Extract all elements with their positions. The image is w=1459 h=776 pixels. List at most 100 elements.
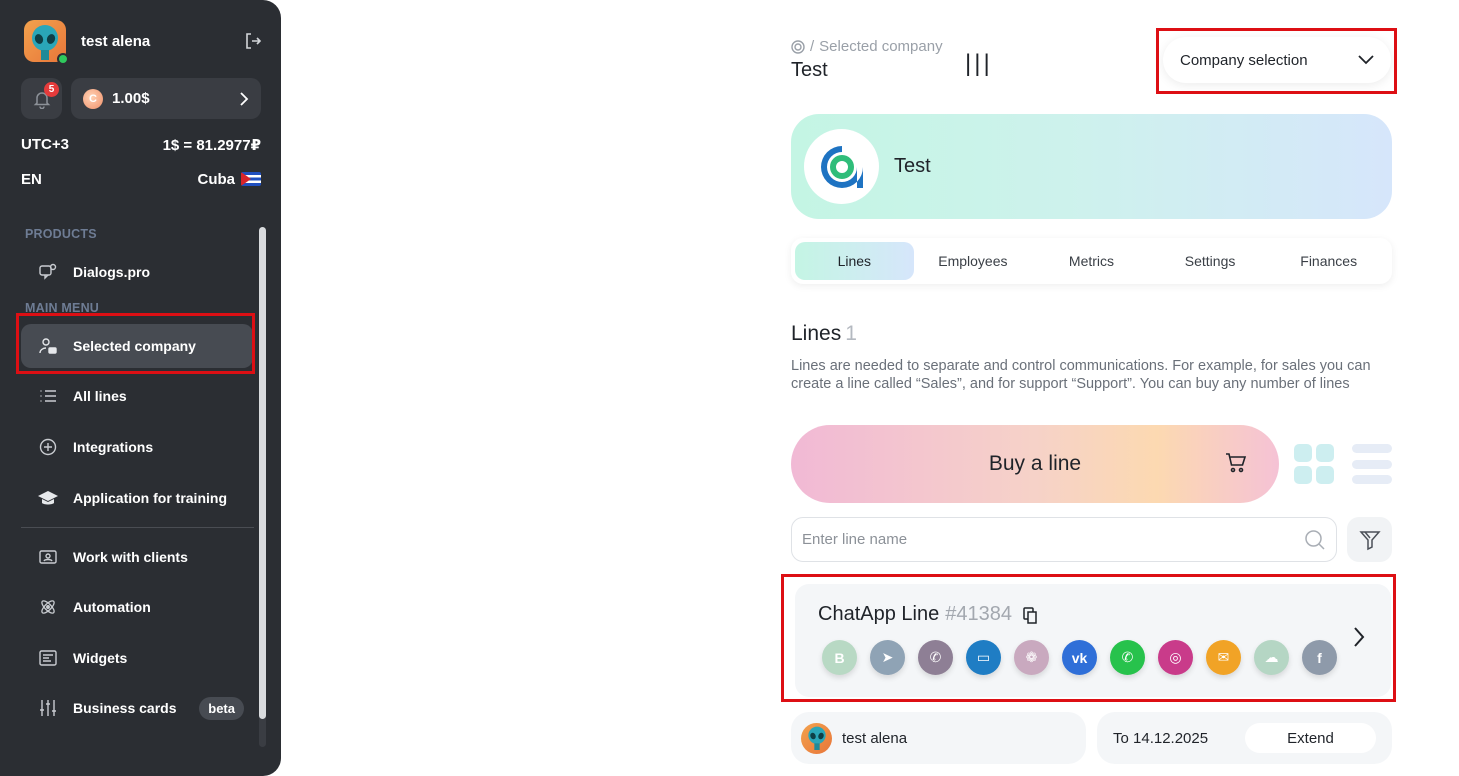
breadcrumb-current: Selected company	[819, 38, 943, 55]
list-icon	[38, 386, 58, 406]
sidebar-item-label: Work with clients	[73, 549, 188, 565]
valid-to-date: To 14.12.2025	[1113, 729, 1209, 747]
line-number: #41384	[945, 603, 1012, 625]
buy-line-label: Buy a line	[988, 452, 1082, 475]
sidebar-item-all-lines[interactable]: All lines	[21, 374, 253, 418]
sidebar-item-dialogs-pro[interactable]: Dialogs.pro	[21, 250, 253, 294]
line-card[interactable]: ChatApp Line #41384 B ➤ ✆ ▭ ❁ vk ✆ ◎ ✉ ☁…	[795, 584, 1391, 697]
chat-widget-icon: ☁	[1254, 640, 1289, 675]
viber-icon: ✆	[918, 640, 953, 675]
country-name: Cuba	[197, 171, 236, 188]
text-cursor-icon: |||	[965, 50, 993, 77]
online-status-dot	[57, 53, 69, 65]
contact-card-icon	[38, 547, 58, 567]
grid-view-toggle-icon[interactable]	[1294, 444, 1334, 484]
sidebar-item-work-with-clients[interactable]: Work with clients	[21, 535, 253, 579]
chevron-right-icon[interactable]	[1353, 626, 1365, 648]
lines-heading: Lines 1	[791, 322, 857, 346]
sliders-icon	[38, 698, 58, 718]
lines-description: Lines are needed to separate and control…	[791, 358, 1371, 392]
timezone-rate-row: UTC+3 1$ = 81.2977₽	[21, 136, 261, 154]
line-name: ChatApp Line	[818, 603, 940, 625]
country-selector[interactable]: Cuba	[197, 171, 261, 188]
search-icon[interactable]	[1304, 529, 1326, 551]
instagram-icon: ◎	[1158, 640, 1193, 675]
widget-icon	[38, 648, 58, 668]
coin-icon: C	[83, 88, 103, 109]
graduation-cap-icon	[38, 488, 58, 508]
sidebar-item-automation[interactable]: Automation	[21, 585, 253, 629]
line-search-field	[791, 517, 1337, 562]
dialogs-icon	[38, 262, 58, 282]
timezone[interactable]: UTC+3	[21, 136, 69, 154]
filter-icon	[1358, 530, 1381, 550]
sidebar-item-integrations[interactable]: Integrations	[21, 425, 253, 469]
avatar[interactable]	[24, 20, 69, 65]
company-selection-label: Company selection	[1180, 51, 1308, 69]
sidebar-item-label: Automation	[73, 599, 151, 615]
sidebar-item-selected-company[interactable]: Selected company	[21, 324, 253, 368]
facebook-icon: f	[1302, 640, 1337, 675]
notifications-button[interactable]: 5	[21, 78, 62, 119]
line-title: ChatApp Line #41384	[818, 603, 1040, 626]
dialogs-logo-icon[interactable]	[791, 39, 805, 54]
breadcrumb: / Selected company	[791, 38, 943, 55]
sidebar-scrollbar[interactable]	[259, 227, 266, 747]
line-term: To 14.12.2025 Extend	[1097, 712, 1392, 764]
line-owner[interactable]: test alena	[791, 712, 1086, 764]
sidebar-scroll-thumb[interactable]	[259, 227, 266, 719]
company-user-icon	[38, 336, 58, 356]
products-section-label: PRODUCTS	[25, 227, 97, 241]
channel-icons: B ➤ ✆ ▭ ❁ vk ✆ ◎ ✉ ☁ f	[822, 640, 1337, 675]
line-search-input[interactable]	[802, 531, 1304, 548]
breadcrumb-separator: /	[810, 38, 815, 55]
atom-icon	[38, 597, 58, 617]
sidebar-item-label: Selected company	[73, 338, 196, 354]
sidebar-divider	[21, 527, 254, 528]
language-selector[interactable]: EN	[21, 171, 42, 188]
tab-lines[interactable]: Lines	[795, 242, 914, 280]
company-logo-icon	[820, 145, 863, 188]
copy-icon[interactable]	[1022, 606, 1040, 624]
vk-icon: vk	[1062, 640, 1097, 675]
notification-count-badge: 5	[44, 82, 59, 97]
list-view-toggle-icon[interactable]	[1352, 444, 1392, 484]
owner-avatar	[801, 722, 832, 754]
company-name: Test	[894, 155, 931, 177]
company-tabs: Lines Employees Metrics Settings Finance…	[791, 238, 1392, 284]
telegram-icon: ➤	[870, 640, 905, 675]
tab-metrics[interactable]: Metrics	[1032, 242, 1151, 280]
main-menu-section-label: MAIN MENU	[25, 301, 100, 315]
logout-icon[interactable]	[243, 31, 263, 51]
balance-button[interactable]: C 1.00$	[71, 78, 261, 119]
alien-avatar-icon	[807, 726, 826, 750]
sidebar-item-application-for-training[interactable]: Application for training	[21, 476, 253, 520]
tab-settings[interactable]: Settings	[1151, 242, 1270, 280]
lines-heading-text: Lines	[791, 322, 842, 345]
tab-finances[interactable]: Finances	[1269, 242, 1388, 280]
page-title: Test	[791, 59, 828, 81]
plus-circle-icon	[38, 437, 58, 457]
exchange-rate: 1$ = 81.2977₽	[162, 137, 261, 154]
whatsapp-icon: ✆	[1110, 640, 1145, 675]
email-icon: ✉	[1206, 640, 1241, 675]
sidebar-item-widgets[interactable]: Widgets	[21, 636, 253, 680]
user-row: test alena	[24, 20, 263, 65]
sidebar-item-label: Widgets	[73, 650, 128, 666]
buy-line-button[interactable]: Buy a line	[791, 425, 1279, 503]
filter-button[interactable]	[1347, 517, 1392, 562]
sidebar: test alena 5 C 1.00$ UTC+3 1$ = 81.2977₽…	[0, 0, 281, 776]
language-country-row: EN Cuba	[21, 171, 261, 188]
company-hero-card: Test	[791, 114, 1392, 219]
cuba-flag-icon	[241, 172, 261, 186]
chat-bot-icon: ▭	[966, 640, 1001, 675]
tab-employees[interactable]: Employees	[914, 242, 1033, 280]
dialogs-channel-icon: ❁	[1014, 640, 1049, 675]
cart-icon	[1226, 453, 1247, 473]
sidebar-item-label: All lines	[73, 388, 127, 404]
sidebar-item-business-cards[interactable]: Business cards beta	[21, 686, 253, 730]
extend-button[interactable]: Extend	[1245, 723, 1376, 753]
company-selection-dropdown[interactable]: Company selection	[1163, 37, 1391, 83]
sidebar-item-label: Integrations	[73, 439, 154, 455]
sidebar-item-label: Business cards	[73, 700, 177, 716]
